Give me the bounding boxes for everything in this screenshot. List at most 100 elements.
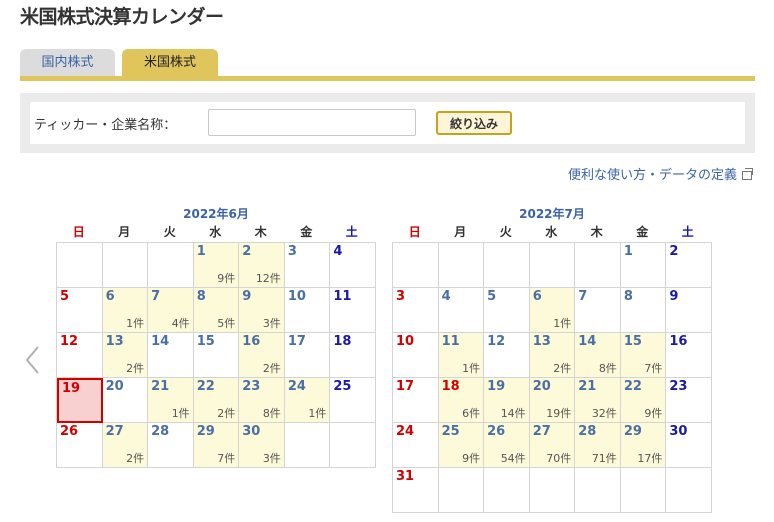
day-number: 10 [396, 334, 415, 349]
earnings-count: 17件 [637, 452, 663, 465]
day-cell[interactable]: 8 5件 [193, 288, 240, 333]
day-number: 1 [196, 244, 206, 259]
day-number: 17 [396, 379, 415, 394]
help-link-label: 便利な使い方・データの定義 [567, 168, 737, 183]
day-cell[interactable]: 21 32件 [575, 378, 621, 423]
day-cell[interactable]: 27 2件 [102, 423, 149, 468]
day-cell: 8 [620, 288, 667, 333]
day-cell[interactable]: 13 2件 [529, 333, 576, 378]
empty-day-cell [575, 468, 621, 513]
day-cell[interactable]: 1 9件 [193, 243, 240, 288]
day-number: 21 [578, 379, 597, 394]
filter-button[interactable]: 絞り込み [436, 111, 512, 135]
day-number: 8 [196, 289, 206, 304]
day-cell[interactable]: 2 12件 [239, 243, 285, 288]
day-number: 11 [333, 289, 352, 304]
day-cell-today: 19 [57, 378, 103, 423]
day-number: 19 [62, 381, 81, 396]
day-number: 6 [105, 289, 115, 304]
day-cell[interactable]: 30 3件 [239, 423, 285, 468]
weekday-label: 土 [681, 225, 694, 239]
day-cell[interactable]: 13 2件 [102, 333, 149, 378]
day-cell[interactable]: 11 1件 [438, 333, 485, 378]
weekday-header: 日月火水木金土 [56, 223, 376, 242]
day-cell[interactable]: 20 19件 [529, 378, 576, 423]
day-cell: 12 [57, 333, 103, 378]
empty-day-cell [529, 243, 576, 288]
day-cell[interactable]: 29 7件 [193, 423, 240, 468]
day-cell[interactable]: 22 9件 [620, 378, 667, 423]
day-number: 11 [441, 334, 460, 349]
day-cell[interactable]: 19 14件 [484, 378, 530, 423]
day-number: 3 [396, 289, 406, 304]
day-cell: 16 [666, 333, 712, 378]
weekday-label: 土 [345, 225, 358, 239]
search-panel: ティッカー・企業名称： 絞り込み [20, 93, 755, 153]
day-cell: 12 [484, 333, 530, 378]
day-cell[interactable]: 15 7件 [620, 333, 667, 378]
day-number: 4 [333, 244, 343, 259]
earnings-count: 54件 [500, 452, 526, 465]
weekday-label: 月 [118, 225, 131, 239]
tab-domestic-stocks[interactable]: 国内株式 [20, 49, 115, 76]
day-number: 3 [287, 244, 297, 259]
day-cell[interactable]: 29 17件 [620, 423, 667, 468]
chevron-left-icon [25, 346, 39, 374]
day-cell[interactable]: 26 54件 [484, 423, 530, 468]
earnings-count: 32件 [591, 407, 617, 420]
day-cell: 20 [102, 378, 149, 423]
day-number: 13 [532, 334, 551, 349]
day-number: 29 [623, 424, 642, 439]
day-cell: 3 [393, 288, 439, 333]
day-cell: 4 [330, 243, 376, 288]
day-cell[interactable]: 6 1件 [102, 288, 149, 333]
day-number: 16 [669, 334, 688, 349]
day-cell[interactable]: 24 1件 [284, 378, 331, 423]
day-number: 31 [396, 469, 415, 484]
day-number: 2 [242, 244, 252, 259]
empty-day-cell [102, 243, 149, 288]
search-form: ティッカー・企業名称： 絞り込み [30, 102, 745, 144]
day-cell[interactable]: 21 1件 [148, 378, 194, 423]
empty-day-cell [484, 243, 530, 288]
empty-day-cell [438, 468, 485, 513]
day-cell: 1 [620, 243, 667, 288]
day-number: 26 [487, 424, 506, 439]
earnings-count: 2件 [126, 362, 145, 375]
earnings-count: 2件 [262, 362, 281, 375]
day-cell[interactable]: 22 2件 [193, 378, 240, 423]
earnings-count: 2件 [553, 362, 572, 375]
empty-day-cell [330, 423, 376, 468]
day-number: 28 [578, 424, 597, 439]
day-cell: 9 [666, 288, 712, 333]
day-cell[interactable]: 27 70件 [529, 423, 576, 468]
day-number: 8 [623, 289, 633, 304]
day-cell[interactable]: 9 3件 [239, 288, 285, 333]
tab-us-stocks[interactable]: 米国株式 [122, 49, 218, 76]
weekday-label: 木 [590, 225, 603, 239]
day-cell[interactable]: 28 71件 [575, 423, 621, 468]
day-number: 12 [60, 334, 79, 349]
earnings-count: 3件 [262, 452, 281, 465]
day-cell[interactable]: 23 8件 [239, 378, 285, 423]
day-number: 22 [196, 379, 215, 394]
day-cell[interactable]: 14 8件 [575, 333, 621, 378]
day-number: 29 [196, 424, 215, 439]
search-input[interactable] [208, 109, 416, 136]
day-cell: 3 [284, 243, 331, 288]
day-cell[interactable]: 6 1件 [529, 288, 576, 333]
day-cell: 5 [484, 288, 530, 333]
page-title: 米国株式決算カレンダー [20, 6, 224, 28]
earnings-count: 8件 [598, 362, 617, 375]
calendar-june: 2022年6月 日月火水木金土 1 9件 2 12件 3 4 5 6 1件 7 4件 8 5件 9 3件 10… [56, 205, 376, 468]
day-cell[interactable]: 18 6件 [438, 378, 485, 423]
help-link[interactable]: 便利な使い方・データの定義 [567, 164, 753, 183]
day-cell[interactable]: 25 9件 [438, 423, 485, 468]
day-cell[interactable]: 16 2件 [239, 333, 285, 378]
day-number: 15 [196, 334, 215, 349]
day-number: 7 [578, 289, 588, 304]
day-number: 21 [151, 379, 170, 394]
day-number: 7 [151, 289, 161, 304]
day-cell[interactable]: 7 4件 [148, 288, 194, 333]
prev-month-button[interactable] [23, 345, 45, 375]
